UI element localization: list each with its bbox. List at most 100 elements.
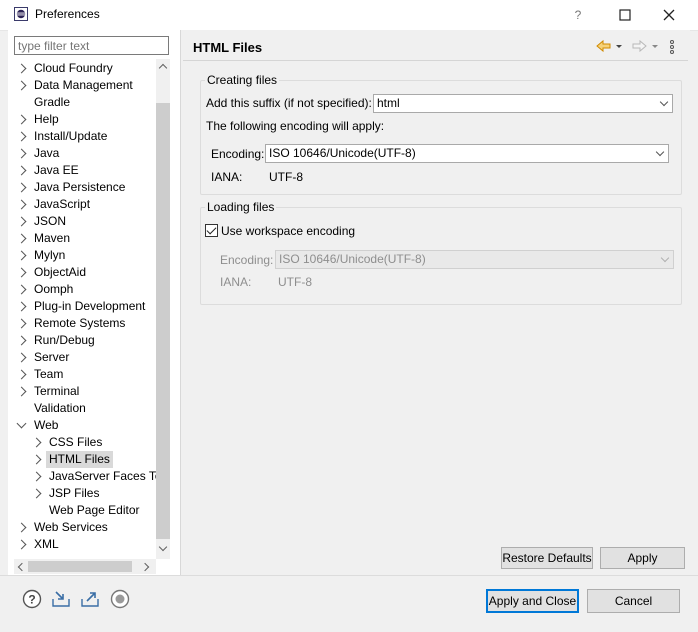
help-button[interactable]: ? [555,0,601,30]
collapsed-chevron-icon[interactable] [16,284,27,295]
apply-button[interactable]: Apply [600,547,685,569]
collapsed-chevron-icon[interactable] [31,471,42,482]
expanded-chevron-icon[interactable] [16,418,27,429]
use-workspace-encoding-checkbox[interactable] [205,224,218,237]
tree-item[interactable]: Team [14,366,158,383]
tree-item[interactable]: JavaServer Faces Tools [14,468,158,485]
back-arrow-icon[interactable] [596,39,611,53]
collapsed-chevron-icon[interactable] [16,63,27,74]
tree-item[interactable]: Maven [14,230,158,247]
tree-item[interactable]: Terminal [14,383,158,400]
tree-item-label: Cloud Foundry [34,61,113,75]
tree-item-label: Java Persistence [34,180,126,194]
view-menu-icon[interactable] [670,40,674,54]
import-icon[interactable] [51,589,71,609]
tree-item[interactable]: HTML Files [14,451,158,468]
collapsed-chevron-icon[interactable] [16,352,27,363]
tree-item[interactable]: Gradle [14,94,158,111]
collapsed-chevron-icon[interactable] [16,182,27,193]
tree-item[interactable]: Oomph [14,281,158,298]
tree-vertical-scroll-thumb[interactable] [156,103,170,539]
tree-item-label: CSS Files [49,435,103,449]
tree-item[interactable]: JavaScript [14,196,158,213]
loading-files-legend: Loading files [205,200,277,214]
export-icon[interactable] [80,589,100,609]
forward-arrow-icon[interactable] [632,39,647,53]
cancel-button[interactable]: Cancel [587,589,680,613]
collapsed-chevron-icon[interactable] [16,301,27,312]
creating-encoding-select[interactable]: ISO 10646/Unicode(UTF-8) [265,144,669,163]
tree-item-label: Java [34,146,60,160]
loading-encoding-select: ISO 10646/Unicode(UTF-8) [275,250,674,269]
tree-item[interactable]: Web Page Editor [14,502,158,519]
tree-item[interactable]: Validation [14,400,158,417]
collapsed-chevron-icon[interactable] [16,131,27,142]
tree-item[interactable]: Plug-in Development [14,298,158,315]
tree-item[interactable]: Web Services [14,519,158,536]
tree-item[interactable]: CSS Files [14,434,158,451]
scroll-left-icon[interactable] [17,562,27,572]
collapsed-chevron-icon[interactable] [16,233,27,244]
tree-item[interactable]: Run/Debug [14,332,158,349]
tree-item[interactable]: Remote Systems [14,315,158,332]
collapsed-chevron-icon[interactable] [16,216,27,227]
creating-iana-label: IANA: [211,170,243,184]
tree-item[interactable]: JSP Files [14,485,158,502]
back-menu-chevron-icon[interactable] [616,45,622,48]
scroll-right-icon[interactable] [140,562,150,572]
collapsed-chevron-icon[interactable] [16,369,27,380]
tree-item[interactable]: XML [14,536,158,553]
creating-iana-value: UTF-8 [269,170,303,184]
collapsed-chevron-icon[interactable] [31,437,42,448]
collapsed-chevron-icon[interactable] [16,114,27,125]
collapsed-chevron-icon[interactable] [16,522,27,533]
scroll-up-icon[interactable] [157,61,169,73]
collapsed-chevron-icon[interactable] [31,454,42,465]
maximize-button[interactable] [602,0,648,30]
creating-encoding-label: Encoding: [211,147,265,161]
tree-item-label: JavaServer Faces Tools [49,469,158,483]
tree-item[interactable]: Mylyn [14,247,158,264]
restore-defaults-button[interactable]: Restore Defaults [501,547,593,569]
tree-item-label: Validation [34,401,86,415]
tree-item-label: Java EE [34,163,79,177]
tree-item[interactable]: Java Persistence [14,179,158,196]
collapsed-chevron-icon[interactable] [16,165,27,176]
suffix-value: html [377,96,400,110]
tree-item[interactable]: Install/Update [14,128,158,145]
collapsed-chevron-icon[interactable] [31,488,42,499]
tree-item[interactable]: Java EE [14,162,158,179]
collapsed-chevron-icon[interactable] [16,539,27,550]
collapsed-chevron-icon[interactable] [16,250,27,261]
collapsed-chevron-icon[interactable] [16,386,27,397]
forward-menu-chevron-icon[interactable] [652,45,658,48]
tree-item[interactable]: Cloud Foundry [14,60,158,77]
collapsed-chevron-icon[interactable] [16,267,27,278]
tree-item-label: Help [34,112,59,126]
scroll-down-icon[interactable] [157,542,169,555]
record-icon[interactable] [110,589,130,609]
apply-and-close-button[interactable]: Apply and Close [486,589,579,613]
tree-item[interactable]: Server [14,349,158,366]
tree-item[interactable]: Help [14,111,158,128]
use-workspace-encoding-label[interactable]: Use workspace encoding [221,224,355,238]
close-icon [663,9,675,21]
tree-item[interactable]: Data Management [14,77,158,94]
collapsed-chevron-icon[interactable] [16,335,27,346]
filter-input[interactable] [14,36,169,55]
tree-item[interactable]: ObjectAid [14,264,158,281]
tree-item-label: JSON [34,214,67,228]
collapsed-chevron-icon[interactable] [16,80,27,91]
collapsed-chevron-icon[interactable] [16,199,27,210]
close-button[interactable] [646,0,692,30]
help-icon[interactable]: ? [22,589,42,609]
tree-horizontal-scroll-thumb[interactable] [28,561,132,572]
collapsed-chevron-icon[interactable] [16,318,27,329]
tree-item-label: Data Management [34,78,133,92]
tree-item[interactable]: JSON [14,213,158,230]
suffix-select[interactable]: html [373,94,673,113]
collapsed-chevron-icon[interactable] [16,148,27,159]
creating-files-legend: Creating files [205,73,280,87]
tree-item[interactable]: Web [14,417,158,434]
tree-item[interactable]: Java [14,145,158,162]
